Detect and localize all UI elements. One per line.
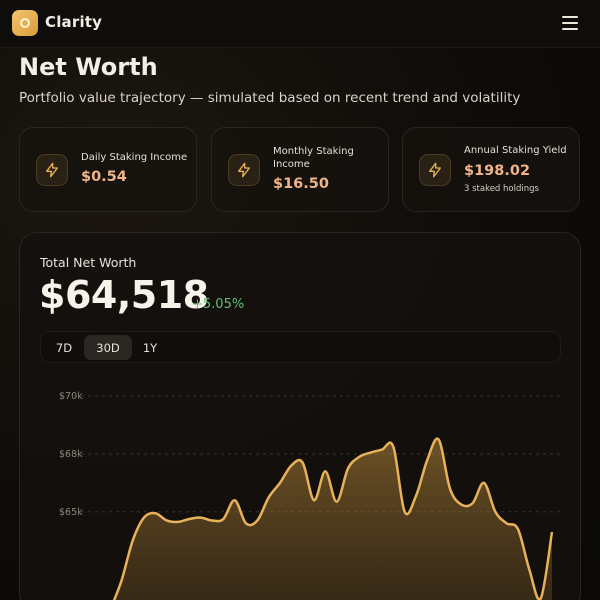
data-point[interactable] [422,455,432,465]
data-point[interactable] [298,458,308,468]
data-point[interactable] [411,491,421,501]
data-point[interactable] [264,492,274,502]
data-point[interactable] [128,536,138,546]
data-point[interactable] [184,514,194,524]
top-bar: Clarity [0,0,600,48]
data-point[interactable] [218,514,228,524]
stat-label: Annual Staking Yield [464,145,567,156]
page-title: Net Worth [19,53,158,81]
range-1y-button[interactable]: 1Y [133,335,167,360]
data-point[interactable] [139,513,149,523]
net-worth-change: +5.05% [192,297,245,312]
page-subtitle: Portfolio value trajectory — simulated b… [19,90,521,106]
stat-value: $198.02 [464,163,531,179]
data-point[interactable] [502,518,512,528]
net-worth-value: $64,518 [39,273,209,317]
stat-card-daily: Daily Staking Income $0.54 [19,127,197,212]
data-point[interactable] [490,507,500,517]
data-point[interactable] [354,452,364,462]
data-point[interactable] [524,565,534,575]
data-point[interactable] [434,435,444,445]
lightning-icon [36,154,68,186]
data-point[interactable] [388,442,398,452]
data-point[interactable] [150,508,160,518]
stat-label: Monthly Staking Income [273,146,354,170]
lightning-icon [419,154,451,186]
y-tick-label: $70k [59,391,83,402]
data-point[interactable] [116,576,126,586]
brand-name[interactable]: Clarity [45,13,102,31]
logo-mark [20,18,30,28]
data-point[interactable] [196,513,206,523]
data-point[interactable] [445,484,455,494]
data-point[interactable] [468,498,478,508]
lightning-icon [228,154,260,186]
data-point[interactable] [275,478,285,488]
data-point[interactable] [320,466,330,476]
logo-icon[interactable] [12,10,38,36]
net-worth-chart[interactable]: $70k $68k $65k [20,373,581,600]
data-point[interactable] [241,518,251,528]
range-30d-button[interactable]: 30D [84,335,132,360]
net-worth-card: Total Net Worth $64,518 +5.05% 7D 30D 1Y… [19,232,581,600]
y-tick-label: $65k [59,507,83,518]
data-point[interactable] [309,495,319,505]
stat-label: Daily Staking Income [81,152,188,163]
data-point[interactable] [343,463,353,473]
data-point[interactable] [207,515,217,525]
data-point[interactable] [252,515,262,525]
stat-value: $0.54 [81,169,127,185]
data-point[interactable] [400,507,410,517]
data-point[interactable] [332,497,342,507]
data-point[interactable] [479,478,489,488]
net-worth-label: Total Net Worth [40,255,137,270]
data-point[interactable] [513,524,523,534]
stat-card-annual: Annual Staking Yield $198.02 3 staked ho… [402,127,580,212]
data-point[interactable] [173,517,183,527]
stat-card-monthly: Monthly Staking Income $16.50 [211,127,389,212]
stat-subtext: 3 staked holdings [464,184,539,194]
data-point[interactable] [366,448,376,458]
data-point[interactable] [377,445,387,455]
range-selector: 7D 30D 1Y [40,331,561,363]
y-tick-label: $68k [59,449,83,460]
data-point[interactable] [456,500,466,510]
data-point[interactable] [547,527,557,537]
data-point[interactable] [230,495,240,505]
menu-icon[interactable] [562,16,578,30]
data-point[interactable] [286,461,296,471]
stat-value: $16.50 [273,176,329,192]
data-point[interactable] [162,515,172,525]
range-7d-button[interactable]: 7D [45,335,83,360]
